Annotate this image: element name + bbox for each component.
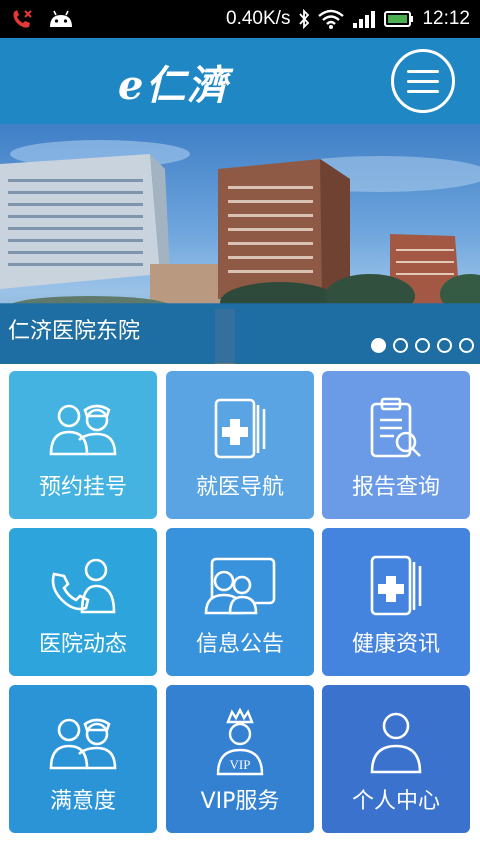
tile-label: 健康资讯 (351, 632, 440, 657)
carousel-dot[interactable] (393, 338, 408, 353)
carousel-dot[interactable] (459, 338, 474, 353)
tile-label: 医院动态 (38, 632, 127, 657)
tile-announcements[interactable]: 信息公告 (166, 528, 314, 676)
app-screen: 0.40K/s 12:12 e仁濟 仁济医院东院 预约挂号 就医导航 报告查询 … (0, 0, 480, 854)
svg-text:VIP: VIP (230, 757, 251, 772)
patient-doctor-icon (43, 391, 123, 467)
hamburger-menu-icon[interactable] (391, 49, 455, 113)
medical-card-icon (200, 391, 280, 467)
missed-call-icon (10, 8, 34, 30)
clock: 12:12 (422, 8, 470, 29)
wifi-icon (318, 9, 345, 29)
person-icon (356, 705, 436, 781)
carousel-dot[interactable] (437, 338, 452, 353)
carousel-dot[interactable] (371, 338, 386, 353)
bluetooth-icon (298, 9, 310, 29)
app-logo: e仁濟 (118, 62, 230, 109)
tile-label: 报告查询 (351, 475, 440, 500)
tile-label: 预约挂号 (38, 475, 127, 500)
tile-satisfaction[interactable]: 满意度 (9, 685, 157, 833)
vip-crown-icon: VIP (200, 705, 280, 781)
report-search-icon (356, 391, 436, 467)
tile-label: 满意度 (49, 789, 116, 814)
status-bar: 0.40K/s 12:12 (0, 0, 480, 38)
signal-icon (352, 9, 376, 29)
battery-icon (384, 10, 414, 28)
tile-label: VIP服务 (200, 789, 280, 814)
watermark: WWW.HACKHOME.COM (334, 832, 476, 844)
tile-appointment[interactable]: 预约挂号 (9, 371, 157, 519)
carousel-indicators (371, 338, 474, 353)
carousel-dot[interactable] (415, 338, 430, 353)
tile-health-info[interactable]: 健康资讯 (322, 528, 470, 676)
android-icon (48, 9, 74, 29)
announcement-board-icon (200, 548, 280, 624)
tile-label: 信息公告 (195, 632, 284, 657)
satisfaction-icon (43, 705, 123, 781)
tile-hospital-news[interactable]: 医院动态 (9, 528, 157, 676)
tile-personal-center[interactable]: 个人中心 (322, 685, 470, 833)
tile-report-query[interactable]: 报告查询 (322, 371, 470, 519)
tile-vip-service[interactable]: VIP VIP服务 (166, 685, 314, 833)
tile-label: 就医导航 (195, 475, 284, 500)
tile-label: 个人中心 (351, 789, 440, 814)
phone-person-icon (43, 548, 123, 624)
health-card-icon (356, 548, 436, 624)
network-speed: 0.40K/s (226, 8, 291, 29)
banner-caption: 仁济医院东院 (8, 319, 141, 344)
app-header: e仁濟 (0, 38, 480, 124)
tile-navigation[interactable]: 就医导航 (166, 371, 314, 519)
service-grid: 预约挂号 就医导航 报告查询 医院动态 信息公告 健康资讯 满意度 VIP VI… (0, 364, 480, 854)
